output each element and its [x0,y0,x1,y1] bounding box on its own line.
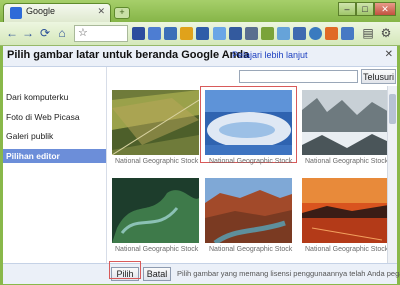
browser-tab[interactable]: Google ✕ [3,3,111,22]
select-button-highlight [109,261,141,279]
search-button[interactable]: Telusuri [361,69,396,84]
wrench-icon[interactable]: ⚙ [378,25,394,41]
dialog-footer: Pilih Batal Pilih gambar yang memang lis… [3,263,400,284]
canyon-river-image[interactable] [205,178,292,243]
maximize-button[interactable]: □ [356,2,374,16]
extension-icon[interactable] [341,27,354,40]
background-picker-dialog: Pilih gambar latar untuk beranda Google … [3,46,400,284]
bookmark-icon[interactable] [132,27,145,40]
reload-icon[interactable]: ⟳ [37,25,53,41]
misty-forest-image[interactable] [302,90,389,155]
extension-icon[interactable] [164,27,177,40]
image-caption: National Geographic Stock [209,246,293,253]
image-grid: National Geographic Stock National Geogr… [109,86,395,263]
sidebar-item-public-gallery[interactable]: Galeri publik [3,129,106,143]
sunset-lake-image[interactable] [302,178,389,243]
extension-icon[interactable] [293,27,306,40]
extension-icon[interactable] [245,27,258,40]
snowy-lake-image[interactable] [205,90,292,155]
extension-icon[interactable] [229,27,242,40]
image-caption: National Geographic Stock [305,158,389,165]
extension-icon[interactable] [309,27,322,40]
tab-title: Google [26,6,56,16]
star-icon[interactable]: ☆ [78,26,88,39]
extension-icon[interactable] [213,27,226,40]
learn-more-link[interactable]: Pelajari lebih lanjut [232,50,308,60]
minimize-button[interactable]: – [338,2,356,16]
extension-icon[interactable] [261,27,274,40]
dialog-header: Pilih gambar latar untuk beranda Google … [3,46,397,67]
search-input[interactable] [239,70,358,83]
coastal-wetland-image[interactable] [112,178,199,243]
extension-icon[interactable] [180,27,193,40]
scrollbar-thumb[interactable] [389,94,396,124]
sidebar: Dari komputerku Foto di Web Picasa Galer… [3,67,107,263]
forward-icon[interactable]: → [20,25,36,41]
dialog-title: Pilih gambar latar untuk beranda Google … [7,49,250,61]
sidebar-item-picasa[interactable]: Foto di Web Picasa [3,110,106,124]
extension-icon[interactable] [148,27,161,40]
browser-toolbar: ← → ⟳ ⌂ ☆ ▤ ⚙ [0,22,400,46]
page-menu-icon[interactable]: ▤ [360,25,376,41]
extension-icon[interactable] [277,27,290,40]
image-caption: National Geographic Stock [115,246,199,253]
home-icon[interactable]: ⌂ [54,25,70,41]
title-bar: Google ✕ + – □ ✕ [0,0,400,22]
back-icon[interactable]: ← [4,25,20,41]
image-caption: National Geographic Stock [115,158,199,165]
image-caption: National Geographic Stock [209,158,293,165]
google-favicon-icon [10,7,22,19]
image-caption: National Geographic Stock [305,246,389,253]
license-note: Pilih gambar yang memang lisensi penggun… [177,269,400,278]
aerial-farmland-image[interactable] [112,90,199,155]
tab-close-icon[interactable]: ✕ [97,6,105,17]
shop-icon[interactable] [196,27,209,40]
browser-window: Google ✕ + – □ ✕ ← → ⟳ ⌂ ☆ ▤ ⚙ Pilih gam… [0,0,400,285]
sidebar-item-editors-picks[interactable]: Pilihan editor [3,149,106,163]
cancel-button[interactable]: Batal [143,267,171,281]
blogger-icon[interactable] [325,27,338,40]
address-bar[interactable]: ☆ [74,25,128,42]
close-window-button[interactable]: ✕ [374,2,396,16]
new-tab-button[interactable]: + [114,7,130,19]
close-icon[interactable]: ✕ [385,49,393,60]
sidebar-item-my-computer[interactable]: Dari komputerku [3,90,106,104]
scrollbar[interactable] [387,86,397,263]
